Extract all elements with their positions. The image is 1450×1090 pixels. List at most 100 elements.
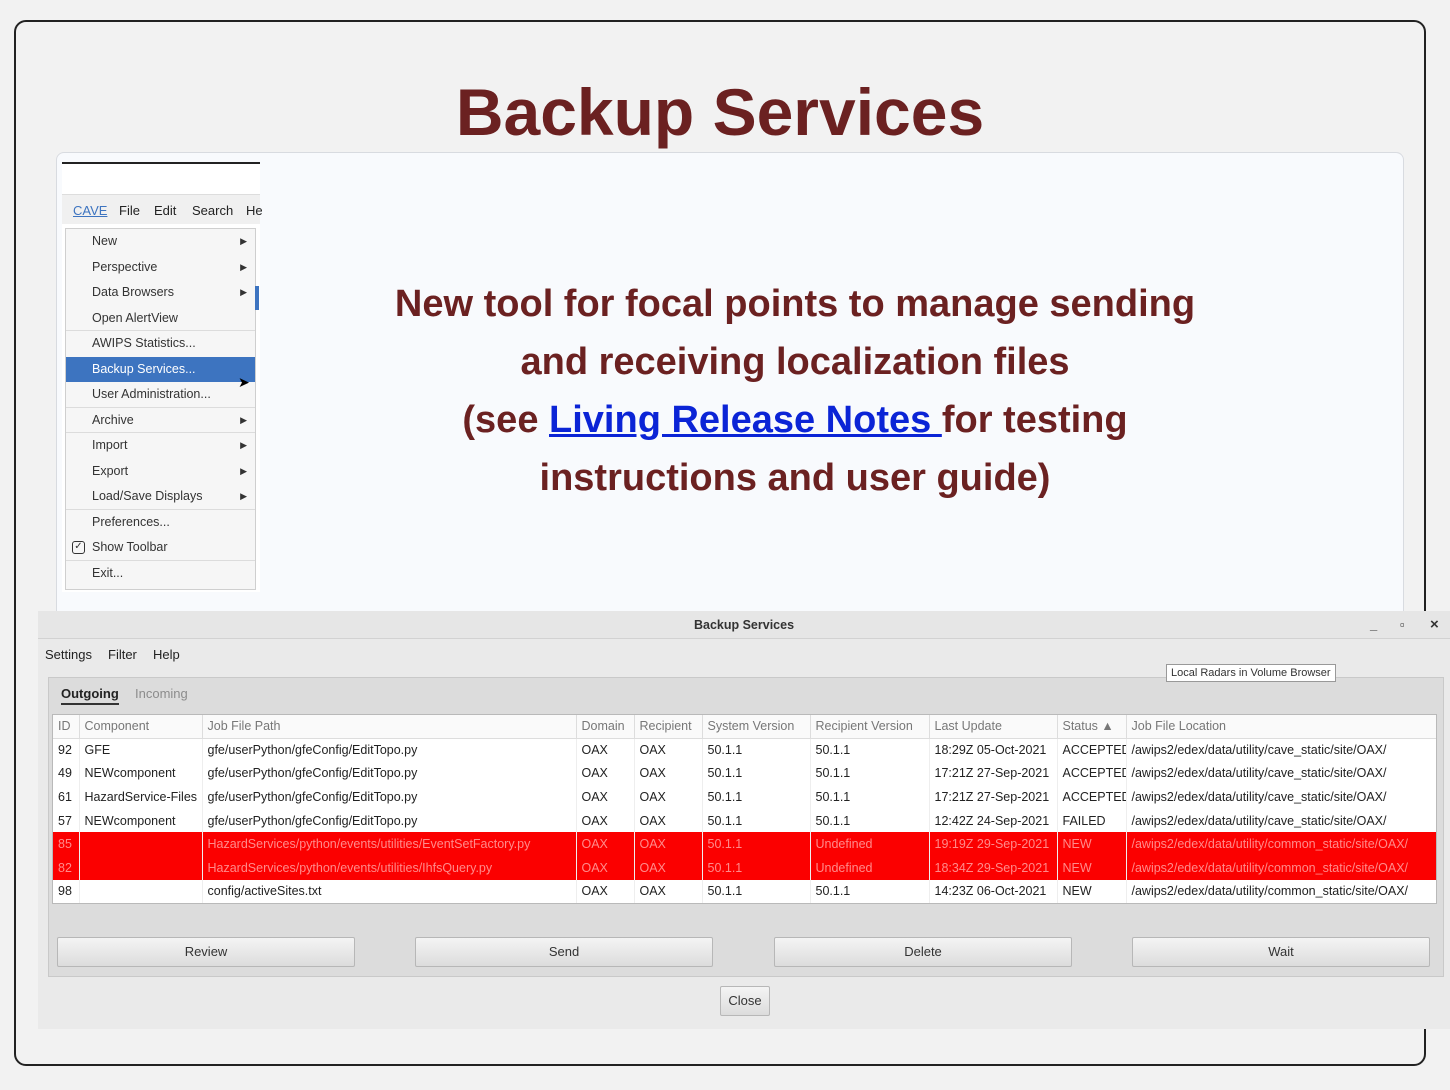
close-icon[interactable]: ×	[1430, 611, 1439, 639]
maximize-icon[interactable]: ▫	[1400, 611, 1405, 639]
jobs-table: ID Component Job File Path Domain Recipi…	[52, 714, 1437, 904]
checkbox-checked-icon[interactable]: ✓	[72, 541, 85, 554]
table-cell: /awips2/edex/data/utility/cave_static/si…	[1126, 785, 1436, 809]
wait-button[interactable]: Wait	[1132, 937, 1430, 967]
table-cell: 50.1.1	[702, 855, 811, 880]
table-cell: 92	[53, 738, 80, 762]
submenu-arrow-icon: ▶	[240, 261, 247, 272]
living-release-notes-link[interactable]: Living Release Notes	[549, 399, 942, 441]
col-header-domain[interactable]: Domain	[576, 715, 635, 739]
menubar-help[interactable]: He	[246, 203, 263, 218]
table-cell	[79, 879, 203, 903]
send-button[interactable]: Send	[415, 937, 713, 967]
table-cell: ACCEPTED	[1057, 785, 1127, 809]
menu-item-import[interactable]: Import ▶	[66, 433, 255, 459]
menu-help[interactable]: Help	[153, 647, 180, 662]
menu-item-data-browsers[interactable]: Data Browsers ▶	[66, 280, 255, 306]
menu-item-label: Perspective	[92, 259, 158, 274]
menubar-search[interactable]: Search	[192, 203, 233, 218]
table-cell: 17:21Z 27-Sep-2021	[929, 761, 1058, 786]
table-cell: OAX	[576, 785, 635, 809]
menu-item-awips-statistics[interactable]: AWIPS Statistics...	[66, 331, 255, 357]
table-cell: 50.1.1	[810, 761, 930, 786]
tab-outgoing[interactable]: Outgoing	[61, 686, 119, 705]
close-button[interactable]: Close	[720, 986, 770, 1016]
menubar-edit[interactable]: Edit	[154, 203, 176, 218]
delete-button[interactable]: Delete	[774, 937, 1072, 967]
table-cell: OAX	[576, 832, 635, 856]
selection-edge-marker	[255, 286, 259, 310]
menu-item-backup-services[interactable]: Backup Services...	[66, 356, 255, 382]
cave-menu-screenshot: CAVE File Edit Search He New ▶ Perspectiv…	[62, 162, 263, 592]
backup-services-window: Backup Services _ ▫ × Settings Filter He…	[38, 611, 1450, 1029]
table-cell: 14:23Z 06-Oct-2021	[929, 879, 1058, 903]
menu-settings[interactable]: Settings	[45, 647, 92, 662]
menu-item-load-save-displays[interactable]: Load/Save Displays ▶	[66, 484, 255, 510]
table-row[interactable]: 82 HazardServices/python/events/utilities…	[53, 855, 1436, 880]
menu-item-exit[interactable]: Exit...	[66, 561, 255, 587]
table-cell: OAX	[634, 855, 703, 880]
menu-item-new[interactable]: New ▶	[66, 229, 255, 255]
menu-item-show-toolbar[interactable]: ✓ Show Toolbar	[66, 535, 255, 561]
table-cell: OAX	[634, 879, 703, 903]
table-cell: gfe/userPython/gfeConfig/EditTopo.py	[202, 738, 577, 762]
table-row[interactable]: 61 HazardService-Files gfe/userPython/gfeC…	[53, 785, 1436, 809]
table-cell: config/activeSites.txt	[202, 879, 577, 903]
col-header-job-file-location[interactable]: Job File Location	[1126, 715, 1436, 739]
menu-item-label: Load/Save Displays	[92, 489, 203, 503]
table-cell: 50.1.1	[810, 785, 930, 809]
table-cell: /awips2/edex/data/utility/cave_static/si…	[1126, 761, 1436, 786]
menu-item-user-administration[interactable]: User Administration...	[66, 382, 255, 408]
table-row[interactable]: 98 config/activeSites.txt OAX OAX 50.1.1 50.1…	[53, 879, 1436, 903]
table-cell: OAX	[576, 808, 635, 833]
minimize-icon[interactable]: _	[1370, 611, 1377, 639]
table-row[interactable]: 57 NEWcomponent gfe/userPython/gfeConfig/E…	[53, 808, 1436, 833]
table-cell: /awips2/edex/data/utility/common_static/…	[1126, 879, 1436, 903]
col-header-system-version[interactable]: System Version	[702, 715, 811, 739]
window-title: Backup Services	[38, 611, 1450, 639]
table-cell: HazardService-Files	[79, 785, 203, 809]
table-cell: 18:34Z 29-Sep-2021	[929, 855, 1058, 880]
table-row[interactable]: 49 NEWcomponent gfe/userPython/gfeConfig/E…	[53, 761, 1436, 786]
menu-filter[interactable]: Filter	[108, 647, 137, 662]
table-cell: NEW	[1057, 832, 1127, 856]
table-cell: OAX	[634, 808, 703, 833]
desc-line-3-post: for testing	[941, 399, 1128, 441]
table-cell: 85	[53, 832, 80, 856]
table-cell: OAX	[634, 761, 703, 786]
col-header-status[interactable]: Status ▲	[1057, 715, 1127, 739]
submenu-arrow-icon: ▶	[240, 440, 247, 450]
menubar-file[interactable]: File	[119, 203, 140, 218]
table-row[interactable]: 85 HazardServices/python/events/utilities…	[53, 832, 1436, 856]
submenu-arrow-icon: ▶	[240, 236, 247, 246]
menu-item-archive[interactable]: Archive ▶	[66, 408, 255, 433]
submenu-arrow-icon: ▶	[240, 414, 247, 425]
table-cell: NEW	[1057, 855, 1127, 880]
mouse-cursor-icon: ➤	[238, 374, 250, 390]
col-header-recipient-version[interactable]: Recipient Version	[810, 715, 930, 739]
col-header-component[interactable]: Component	[79, 715, 203, 739]
col-header-id[interactable]: ID	[53, 715, 80, 739]
col-header-job-file-path[interactable]: Job File Path	[202, 715, 577, 739]
table-cell: 50.1.1	[702, 738, 811, 762]
table-cell: OAX	[634, 832, 703, 856]
menu-item-export[interactable]: Export ▶	[66, 459, 255, 485]
table-cell: 98	[53, 879, 80, 903]
menu-item-label: Preferences...	[92, 514, 170, 529]
table-cell: NEWcomponent	[79, 761, 203, 786]
menubar-cave[interactable]: CAVE	[73, 203, 107, 218]
col-header-last-update[interactable]: Last Update	[929, 715, 1058, 739]
tooltip: Local Radars in Volume Browser	[1166, 664, 1336, 682]
tab-incoming[interactable]: Incoming	[135, 686, 188, 701]
table-cell: 17:21Z 27-Sep-2021	[929, 785, 1058, 809]
table-cell: 50.1.1	[810, 738, 930, 762]
review-button[interactable]: Review	[57, 937, 355, 967]
menu-item-perspective[interactable]: Perspective ▶	[66, 255, 255, 281]
col-header-recipient[interactable]: Recipient	[634, 715, 703, 739]
table-cell: 50.1.1	[702, 785, 811, 809]
table-row[interactable]: 92 GFE gfe/userPython/gfeConfig/EditTopo.p…	[53, 738, 1436, 762]
menu-item-label: AWIPS Statistics...	[92, 336, 196, 350]
table-cell: HazardServices/python/events/utilities/E…	[202, 832, 577, 856]
menu-item-preferences[interactable]: Preferences...	[66, 510, 255, 536]
menu-item-open-alertview[interactable]: Open AlertView	[66, 306, 255, 331]
